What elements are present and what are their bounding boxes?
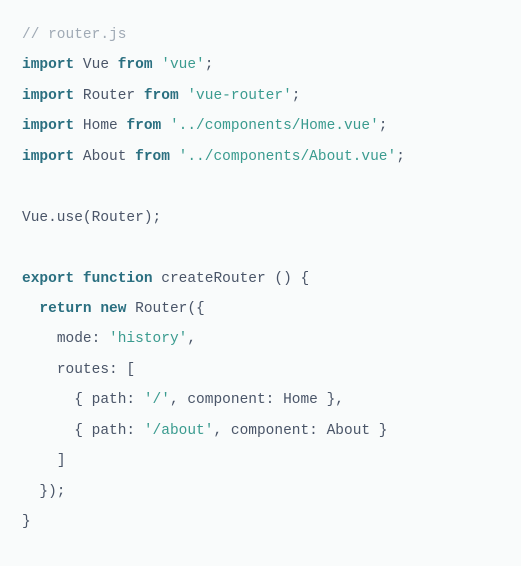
punct: } bbox=[22, 514, 31, 530]
punct: ; bbox=[396, 149, 405, 165]
keyword-from: from bbox=[135, 149, 170, 165]
string-literal: 'history' bbox=[109, 331, 187, 347]
indent bbox=[22, 362, 57, 378]
keyword-import: import bbox=[22, 88, 74, 104]
keyword-new: new bbox=[100, 301, 126, 317]
indent bbox=[22, 453, 57, 469]
space bbox=[161, 118, 170, 134]
object-open: { path: bbox=[74, 423, 144, 439]
object-rest: , component: Home }, bbox=[170, 392, 344, 408]
space bbox=[153, 57, 162, 73]
punct: ; bbox=[379, 118, 388, 134]
string-literal: '../components/Home.vue' bbox=[170, 118, 379, 134]
indent bbox=[22, 392, 74, 408]
property-key: mode: bbox=[57, 331, 109, 347]
punct: }); bbox=[39, 484, 65, 500]
keyword-function: function bbox=[83, 271, 153, 287]
keyword-import: import bbox=[22, 118, 74, 134]
keyword-import: import bbox=[22, 57, 74, 73]
identifier: Router bbox=[74, 88, 144, 104]
punct: ] bbox=[57, 453, 66, 469]
indent bbox=[22, 331, 57, 347]
indent bbox=[22, 301, 39, 317]
space bbox=[170, 149, 179, 165]
string-literal: '/' bbox=[144, 392, 170, 408]
punct: () { bbox=[266, 271, 310, 287]
keyword-export: export bbox=[22, 271, 74, 287]
punct: , bbox=[187, 331, 196, 347]
space bbox=[153, 271, 162, 287]
indent bbox=[22, 484, 39, 500]
identifier: About bbox=[74, 149, 135, 165]
property-key: routes: [ bbox=[57, 362, 135, 378]
string-literal: '/about' bbox=[144, 423, 214, 439]
space bbox=[74, 271, 83, 287]
identifier: Router({ bbox=[135, 301, 205, 317]
object-open: { path: bbox=[74, 392, 144, 408]
keyword-from: from bbox=[144, 88, 179, 104]
punct: ; bbox=[205, 57, 214, 73]
punct: ; bbox=[292, 88, 301, 104]
string-literal: 'vue' bbox=[161, 57, 205, 73]
object-rest: , component: About } bbox=[213, 423, 387, 439]
code-comment: // router.js bbox=[22, 27, 126, 43]
keyword-from: from bbox=[126, 118, 161, 134]
identifier: Home bbox=[74, 118, 126, 134]
identifier: Vue bbox=[74, 57, 118, 73]
keyword-import: import bbox=[22, 149, 74, 165]
indent bbox=[22, 423, 74, 439]
space bbox=[126, 301, 135, 317]
keyword-from: from bbox=[118, 57, 153, 73]
code-line: Vue.use(Router); bbox=[22, 210, 161, 226]
function-name: createRouter bbox=[161, 271, 265, 287]
keyword-return: return bbox=[39, 301, 91, 317]
code-block: // router.js import Vue from 'vue'; impo… bbox=[22, 20, 499, 537]
string-literal: 'vue-router' bbox=[187, 88, 291, 104]
string-literal: '../components/About.vue' bbox=[179, 149, 397, 165]
